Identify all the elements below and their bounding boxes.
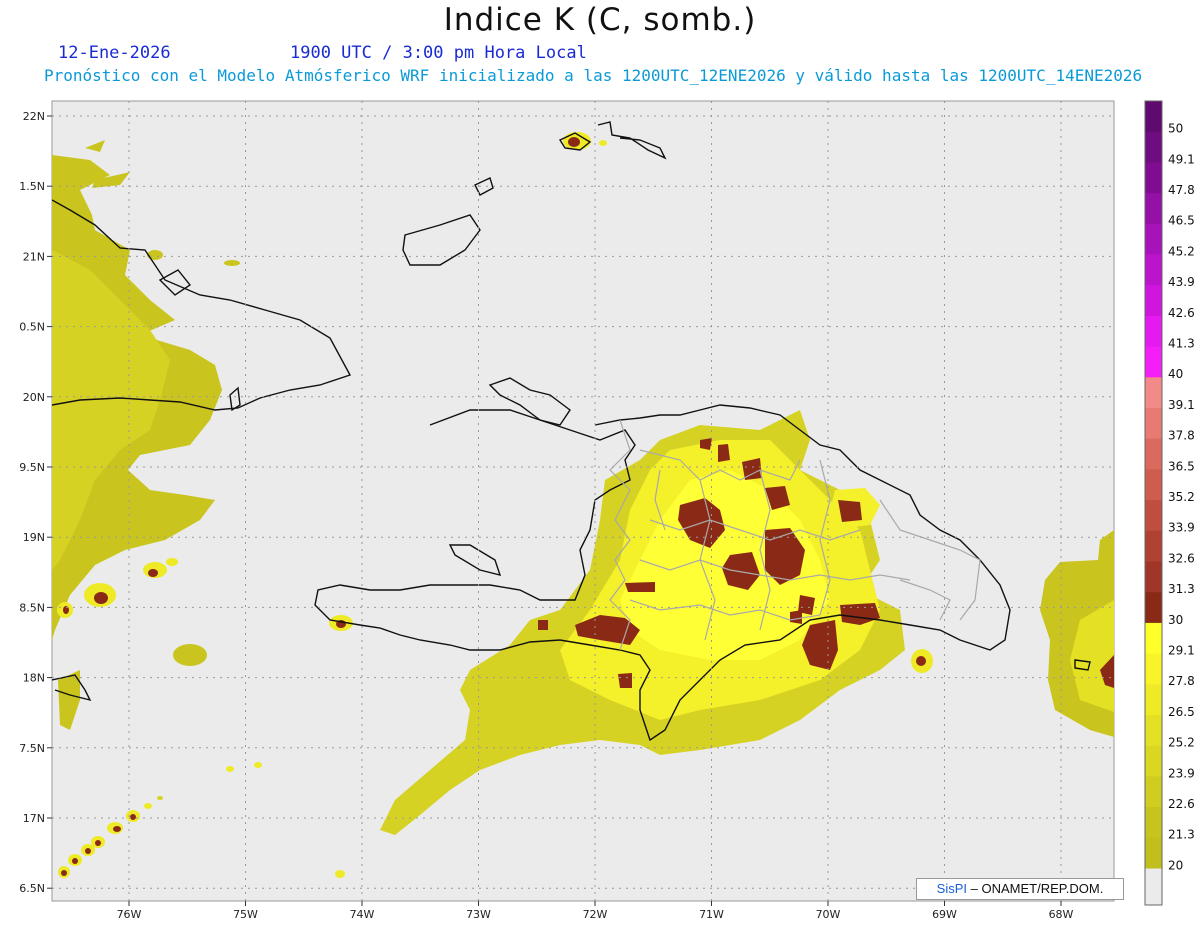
- colorbar-swatch: [1145, 377, 1162, 409]
- colorbar-label: 30: [1168, 613, 1183, 627]
- lat-axis: 22N 1.5N 21N 0.5N 20N 9.5N 19N 8.5N 18N 7.5N 17N 6.…: [19, 110, 52, 895]
- colorbar-label: 32.6: [1168, 551, 1195, 565]
- colorbar-swatch: [1145, 500, 1162, 532]
- colorbar-label: 46.5: [1168, 214, 1195, 228]
- lon-label: 76W: [117, 908, 142, 921]
- lat-label: 9.5N: [19, 461, 45, 474]
- lat-label: 8.5N: [19, 601, 45, 614]
- colorbar-swatch: [1145, 592, 1162, 624]
- colorbar-label: 27.8: [1168, 674, 1195, 688]
- lon-label: 70W: [816, 908, 841, 921]
- colorbar-label: 40: [1168, 367, 1183, 381]
- colorbar-label: 33.9: [1168, 521, 1195, 535]
- shade-west-dot: [147, 250, 163, 260]
- colorbar-swatch: [1145, 223, 1162, 256]
- colorbar-swatch: [1145, 162, 1162, 194]
- lon-label: 75W: [233, 908, 258, 921]
- lon-label: 72W: [583, 908, 608, 921]
- colorbar-swatch: [1145, 745, 1162, 777]
- lat-label: 17N: [23, 812, 45, 825]
- cell-h: [916, 656, 926, 666]
- lat-label: 21N: [23, 250, 45, 263]
- cell-c: [148, 569, 158, 577]
- colorbar-label: 20: [1168, 858, 1183, 872]
- colorbar-swatch: [1145, 776, 1162, 808]
- lon-axis: 76W 75W 74W 73W 72W 71W 70W 69W 68W: [117, 901, 1074, 921]
- credit-box: SisPI – ONAMET/REP.DOM.: [916, 878, 1124, 900]
- colorbar-swatch: [1145, 653, 1162, 685]
- colorbar-label: 22.6: [1168, 797, 1195, 811]
- colorbar-swatch: [1145, 715, 1162, 747]
- colorbar-label: 42.6: [1168, 306, 1195, 320]
- colorbar-swatch: [1145, 530, 1162, 563]
- colorbar-below-range: [1145, 868, 1162, 905]
- colorbar-label: 37.8: [1168, 429, 1195, 443]
- colorbar-swatch: [1145, 285, 1162, 317]
- cell-a: [94, 592, 108, 604]
- lon-label: 73W: [466, 908, 491, 921]
- cell-e: [568, 137, 580, 147]
- colorbar-label: 43.9: [1168, 275, 1195, 289]
- colorbar-label: 41.3: [1168, 337, 1195, 351]
- lat-label: 1.5N: [19, 180, 45, 193]
- lat-label: 7.5N: [19, 742, 45, 755]
- colorbar-swatch: [1145, 469, 1162, 501]
- lon-label: 71W: [699, 908, 724, 921]
- lon-label: 74W: [350, 908, 375, 921]
- colorbar-swatch: [1145, 131, 1162, 163]
- colorbar-label: 31.3: [1168, 582, 1195, 596]
- colorbar-label: 50: [1168, 122, 1183, 136]
- map-figure: 22N 1.5N 21N 0.5N 20N 9.5N 19N 8.5N 18N 7.5N 17N 6.…: [19, 100, 1195, 921]
- lat-label: 18N: [23, 672, 45, 685]
- colorbar-swatch: [1145, 101, 1162, 133]
- colorbar-swatch: [1145, 254, 1162, 286]
- colorbar-swatch: [1145, 408, 1162, 440]
- colorbar-swatch: [1145, 346, 1162, 378]
- colorbar-label: 21.3: [1168, 828, 1195, 842]
- shade-cell-f: [599, 140, 607, 146]
- colorbar-swatch: [1145, 315, 1162, 348]
- lat-label: 0.5N: [19, 321, 45, 334]
- colorbar-swatch: [1145, 807, 1162, 839]
- colorbar-label: 49.1: [1168, 152, 1195, 166]
- shade-west-dot2: [224, 260, 240, 266]
- colorbar-swatch: [1145, 438, 1162, 470]
- colorbar-label: 29.1: [1168, 644, 1195, 658]
- colorbar-label: 47.8: [1168, 183, 1195, 197]
- lat-label: 6.5N: [19, 882, 45, 895]
- colorbar-label: 26.5: [1168, 705, 1195, 719]
- lat-label: 22N: [23, 110, 45, 123]
- colorbar-swatch: [1145, 561, 1162, 593]
- credit-brand: SisPI: [936, 881, 968, 896]
- colorbar-swatch: [1145, 622, 1162, 655]
- colorbar: 50 49.1 47.8 46.5 45.2 43.9 42.6 41.3 40 39.1 37.8…: [1144, 100, 1195, 906]
- lon-label: 69W: [932, 908, 957, 921]
- colorbar-label: 39.1: [1168, 398, 1195, 412]
- colorbar-swatch: [1145, 684, 1162, 716]
- colorbar-swatch: [1145, 837, 1162, 870]
- lon-label: 68W: [1049, 908, 1074, 921]
- colorbar-label: 36.5: [1168, 459, 1195, 473]
- shade-small-1: [173, 644, 207, 666]
- credit-text: – ONAMET/REP.DOM.: [970, 881, 1104, 896]
- colorbar-label: 23.9: [1168, 766, 1195, 780]
- colorbar-label: 45.2: [1168, 244, 1195, 258]
- colorbar-label: 35.2: [1168, 490, 1195, 504]
- colorbar-swatch: [1145, 193, 1162, 225]
- shade-cell-d: [166, 558, 178, 566]
- lat-label: 19N: [23, 531, 45, 544]
- lat-label: 20N: [23, 391, 45, 404]
- colorbar-label: 25.2: [1168, 736, 1195, 750]
